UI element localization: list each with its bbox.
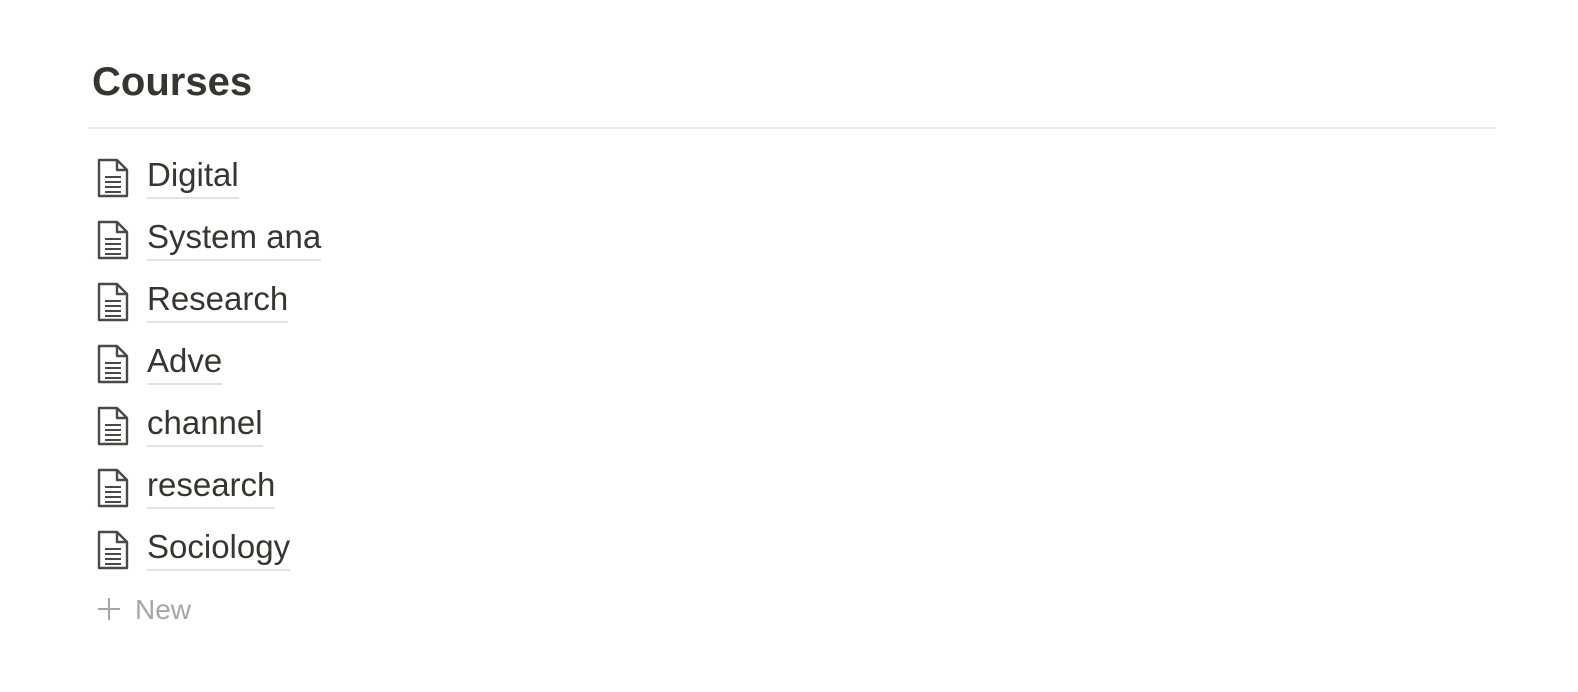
course-title[interactable]: System ana — [147, 217, 322, 261]
divider — [88, 127, 1496, 129]
page-icon — [97, 158, 129, 198]
page-icon — [97, 468, 129, 508]
list-item-course-5[interactable]: channel — [88, 393, 1496, 455]
new-item-button[interactable]: New — [88, 586, 388, 634]
new-item-label: New — [135, 594, 192, 625]
plus-icon — [98, 598, 120, 620]
database-view: Courses Digital System ana Research Adve… — [88, 0, 1496, 692]
course-title[interactable]: Adve — [147, 341, 223, 385]
course-title[interactable]: Sociology — [147, 527, 291, 571]
course-title[interactable]: channel — [147, 403, 263, 447]
list-item-course-6[interactable]: research — [88, 455, 1496, 517]
list-item-course-4[interactable]: Adve — [88, 331, 1496, 393]
page-icon — [97, 530, 129, 570]
page-icon — [97, 220, 129, 260]
page-icon — [97, 406, 129, 446]
course-title[interactable]: Research — [147, 279, 289, 323]
course-title[interactable]: research — [147, 465, 276, 509]
list-item-course-3[interactable]: Research — [88, 269, 1496, 331]
list-item-course-1[interactable]: Digital — [88, 145, 1496, 207]
list-item-course-2[interactable]: System ana — [88, 207, 1496, 269]
list-item-course-7[interactable]: Sociology — [88, 517, 1496, 579]
page-icon — [97, 344, 129, 384]
page-title: Courses — [92, 60, 253, 104]
page-icon — [97, 282, 129, 322]
course-title[interactable]: Digital — [147, 155, 239, 199]
course-list: Digital System ana Research Adve channel… — [88, 145, 1496, 579]
